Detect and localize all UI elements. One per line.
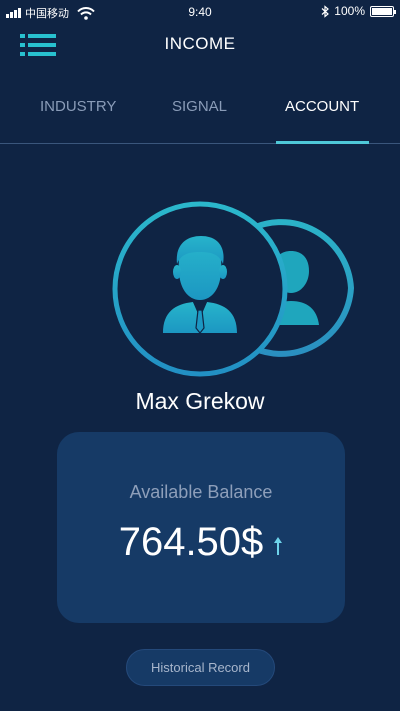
user-avatar-icon[interactable] [111,200,289,378]
historical-record-button[interactable]: Historical Record [126,649,275,686]
balance-label: Available Balance [129,482,273,502]
status-right: 100% [321,4,396,18]
tab-account[interactable]: ACCOUNT [285,98,359,115]
user-name: Max Grekow [135,388,265,414]
bluetooth-icon [321,4,330,18]
balance-value: 764.50$ [118,520,264,564]
page-title: INCOME [164,34,236,53]
battery-percent: 100% [334,4,365,18]
tab-signal[interactable]: SIGNAL [172,98,227,115]
tab-bar: INDUSTRY SIGNAL ACCOUNT [0,84,400,144]
arrow-up-icon [274,536,283,555]
tab-industry[interactable]: INDUSTRY [40,98,116,115]
income-account-screen: 中国移动 9:40 100% INCOME INDUSTRY SIGNAL AC… [0,0,400,711]
balance-row: 764.50$ [57,520,345,565]
active-tab-indicator [276,141,369,144]
balance-card: Available Balance 764.50$ [57,432,345,623]
status-bar: 中国移动 9:40 100% [0,0,400,24]
battery-icon [370,5,396,17]
